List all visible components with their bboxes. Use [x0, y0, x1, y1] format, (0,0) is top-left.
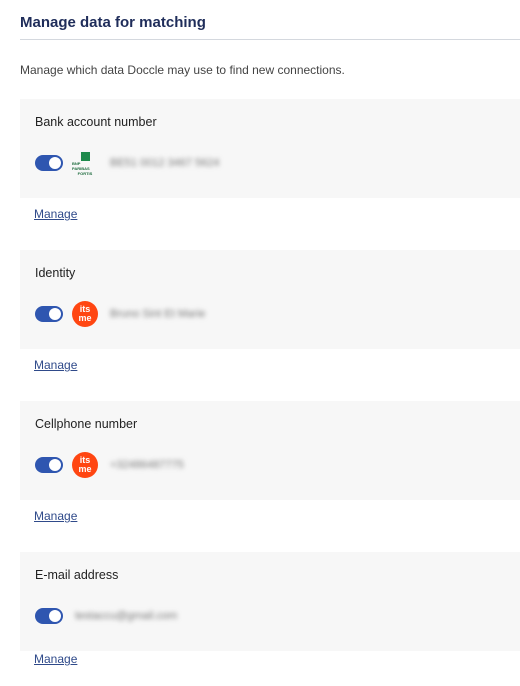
bnp-logo-subtext: FORTIS — [77, 171, 93, 176]
cellphone-value: +32486487775 — [110, 459, 184, 471]
page-title: Manage data for matching — [20, 14, 206, 31]
identity-toggle[interactable] — [35, 306, 63, 322]
section-title: Bank account number — [35, 115, 157, 129]
itsme-logo: its me — [72, 452, 98, 478]
page-header: Manage data for matching — [20, 14, 520, 31]
email-toggle[interactable] — [35, 608, 63, 624]
section-title: E-mail address — [35, 568, 119, 582]
bank-account-value: BE51 0012 3467 5624 — [110, 157, 220, 169]
section-title: Identity — [35, 266, 76, 280]
identity-value: Bruno Sint Et Marie — [110, 308, 206, 320]
section-identity: Identity its me Bruno Sint Et Marie — [20, 250, 520, 349]
section-title: Cellphone number — [35, 417, 138, 431]
itsme-logo: its me — [72, 301, 98, 327]
itsme-logo-subtext: me — [78, 313, 92, 323]
manage-bank-account-link[interactable]: Manage — [34, 207, 77, 221]
manage-cellphone-link[interactable]: Manage — [34, 509, 77, 523]
bnp-mark-icon — [80, 152, 90, 161]
section-bank-account: Bank account number BNP PARIBAS FORTIS B… — [20, 99, 520, 198]
manage-email-link[interactable]: Manage — [34, 652, 77, 666]
header-divider — [20, 39, 520, 40]
bnp-logo-text: BNP PARIBAS — [72, 161, 90, 171]
itsme-logo-subtext: me — [78, 464, 92, 474]
bank-account-toggle[interactable] — [35, 155, 63, 171]
cellphone-toggle[interactable] — [35, 457, 63, 473]
page-description: Manage which data Doccle may use to find… — [20, 63, 345, 77]
manage-identity-link[interactable]: Manage — [34, 358, 77, 372]
section-cellphone: Cellphone number its me +32486487775 — [20, 401, 520, 500]
bnp-paribas-fortis-logo: BNP PARIBAS FORTIS — [72, 150, 98, 176]
email-value: testaccu@gmail.com — [75, 610, 178, 622]
section-email: E-mail address testaccu@gmail.com — [20, 552, 520, 651]
